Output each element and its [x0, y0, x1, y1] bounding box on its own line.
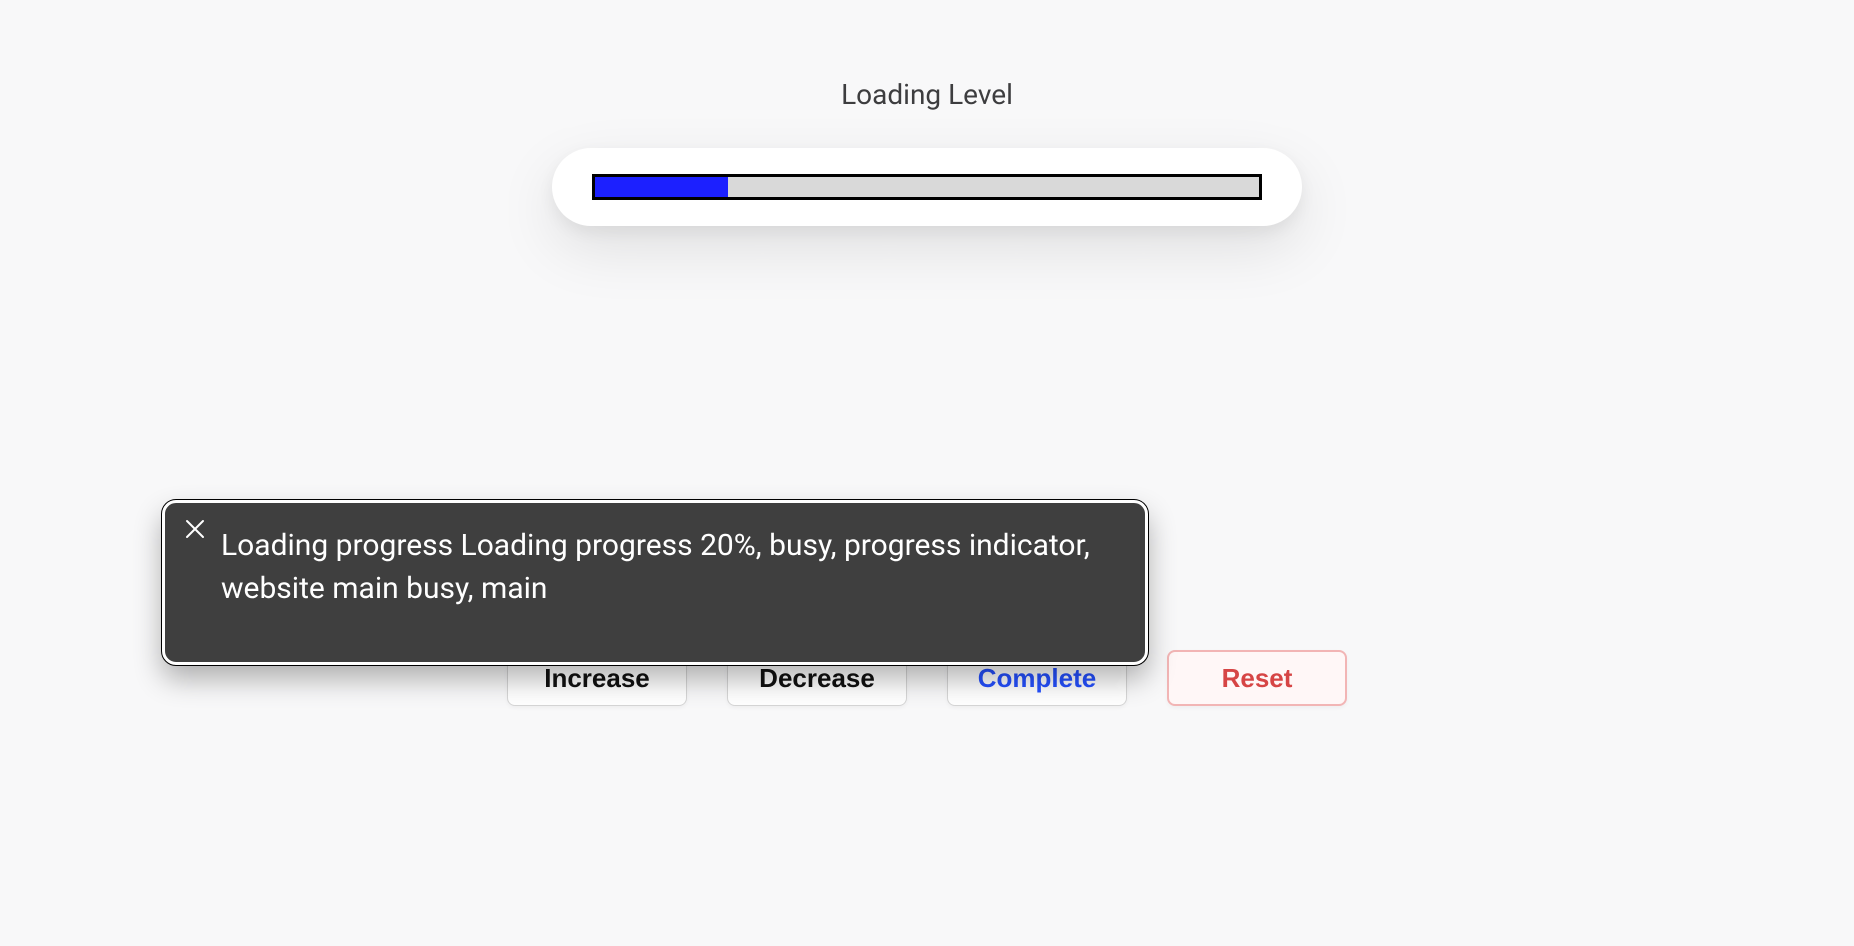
page-heading: Loading Level	[841, 78, 1013, 111]
progress-card	[552, 148, 1302, 226]
reset-button[interactable]: Reset	[1167, 650, 1347, 706]
progress-track	[592, 174, 1262, 200]
accessibility-tooltip: Loading progress Loading progress 20%, b…	[162, 500, 1148, 665]
close-icon[interactable]	[183, 517, 207, 541]
tooltip-text: Loading progress Loading progress 20%, b…	[221, 528, 1090, 606]
progress-fill	[595, 177, 728, 197]
